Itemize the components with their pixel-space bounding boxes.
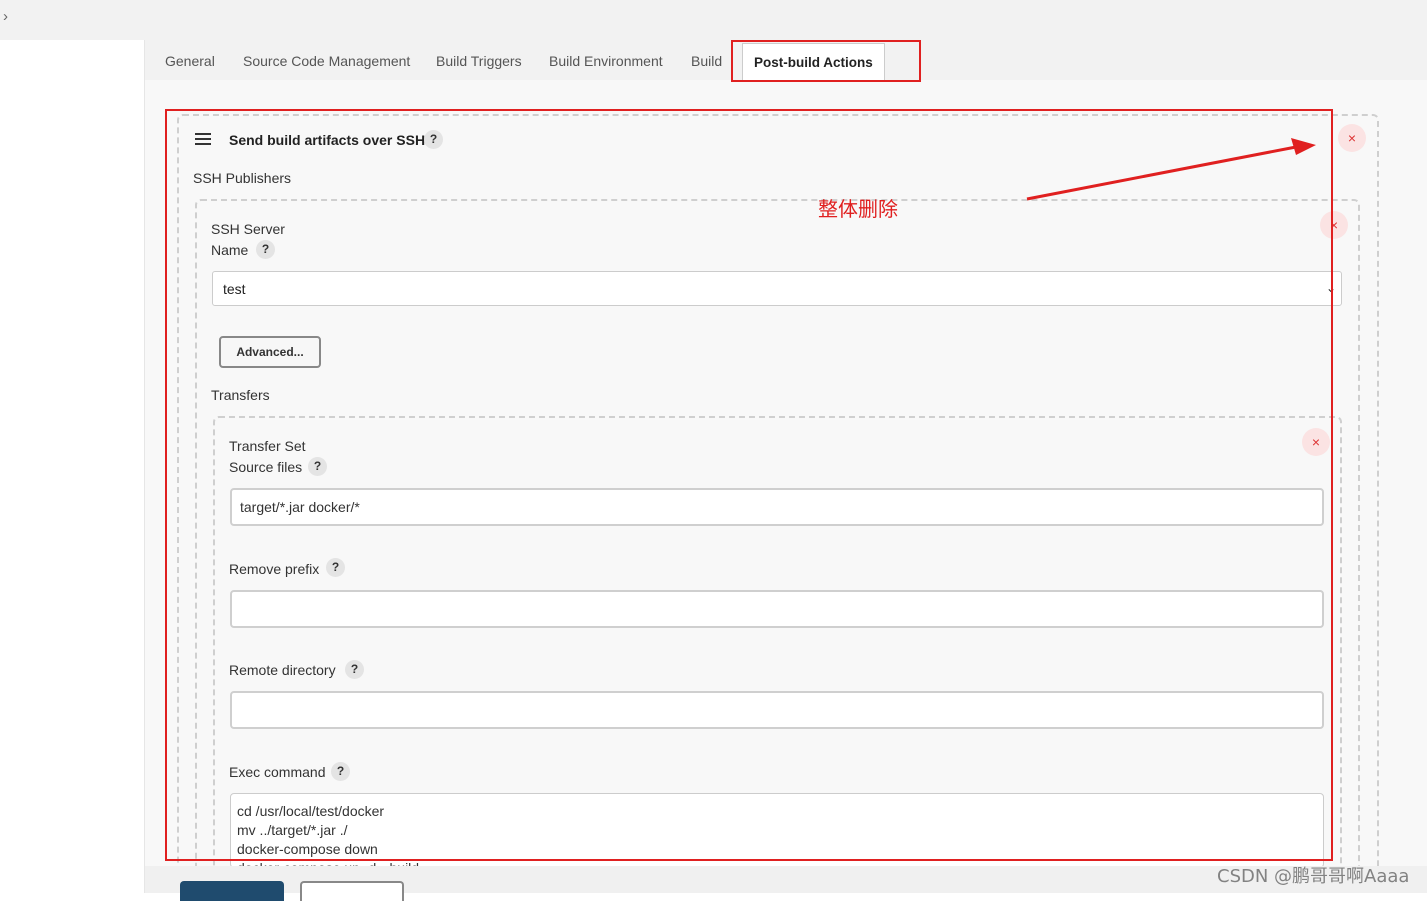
exec-command-line: docker-compose down xyxy=(237,841,378,857)
remote-directory-input[interactable] xyxy=(230,691,1324,729)
remove-prefix-input[interactable] xyxy=(230,590,1324,628)
delete-server-button[interactable]: × xyxy=(1320,211,1348,239)
remote-directory-label: Remote directory xyxy=(229,662,336,678)
tab-build-environment[interactable]: Build Environment xyxy=(549,53,663,69)
remote-directory-help-icon[interactable]: ? xyxy=(345,660,364,679)
exec-command-line: mv ../target/*.jar ./ xyxy=(237,822,348,838)
source-files-input[interactable]: target/*.jar docker/* xyxy=(230,488,1324,526)
tab-build[interactable]: Build xyxy=(691,53,722,69)
annotation-text: 整体删除 xyxy=(818,197,898,221)
delete-transfer-set-button[interactable]: × xyxy=(1302,428,1330,456)
exec-command-line: cd /usr/local/test/docker xyxy=(237,803,385,819)
publisher-title: Send build artifacts over SSH xyxy=(229,132,426,148)
chevron-down-icon: ⌄ xyxy=(1325,281,1336,295)
config-tabs: General Source Code Management Build Tri… xyxy=(145,40,1427,80)
remove-prefix-label: Remove prefix xyxy=(229,561,320,577)
transfer-set-label: Transfer Set xyxy=(229,438,306,454)
tab-general[interactable]: General xyxy=(165,53,215,69)
remove-prefix-help-icon[interactable]: ? xyxy=(326,558,345,577)
transfers-label: Transfers xyxy=(211,387,270,403)
ssh-publishers-label: SSH Publishers xyxy=(193,170,292,186)
exec-command-textarea[interactable]: cd /usr/local/test/docker mv ../target/*… xyxy=(230,793,1324,868)
chevron-right-icon[interactable]: › xyxy=(3,8,8,25)
side-panel xyxy=(0,40,145,893)
drag-handle-icon[interactable] xyxy=(195,133,211,148)
advanced-button[interactable]: Advanced... xyxy=(219,336,321,368)
tab-source-code-management[interactable]: Source Code Management xyxy=(243,53,410,69)
delete-publisher-button[interactable]: × xyxy=(1338,124,1366,152)
tab-build-triggers[interactable]: Build Triggers xyxy=(436,53,522,69)
server-name-value: test xyxy=(223,281,246,297)
publisher-help-icon[interactable]: ? xyxy=(424,130,443,149)
top-bar: › xyxy=(0,0,1427,40)
ssh-server-label: SSH Server xyxy=(211,221,285,237)
apply-button[interactable] xyxy=(300,881,404,901)
name-help-icon[interactable]: ? xyxy=(256,240,275,259)
source-files-label: Source files xyxy=(229,459,303,475)
save-button[interactable] xyxy=(180,881,284,901)
tab-post-build-actions[interactable]: Post-build Actions xyxy=(742,43,885,80)
server-name-select[interactable]: test ⌄ xyxy=(212,271,1342,306)
source-files-help-icon[interactable]: ? xyxy=(308,457,327,476)
name-label: Name xyxy=(211,242,249,258)
exec-command-label: Exec command xyxy=(229,764,326,780)
exec-command-help-icon[interactable]: ? xyxy=(331,762,350,781)
watermark: CSDN @鹏哥哥啊Aaaa xyxy=(1217,866,1410,887)
